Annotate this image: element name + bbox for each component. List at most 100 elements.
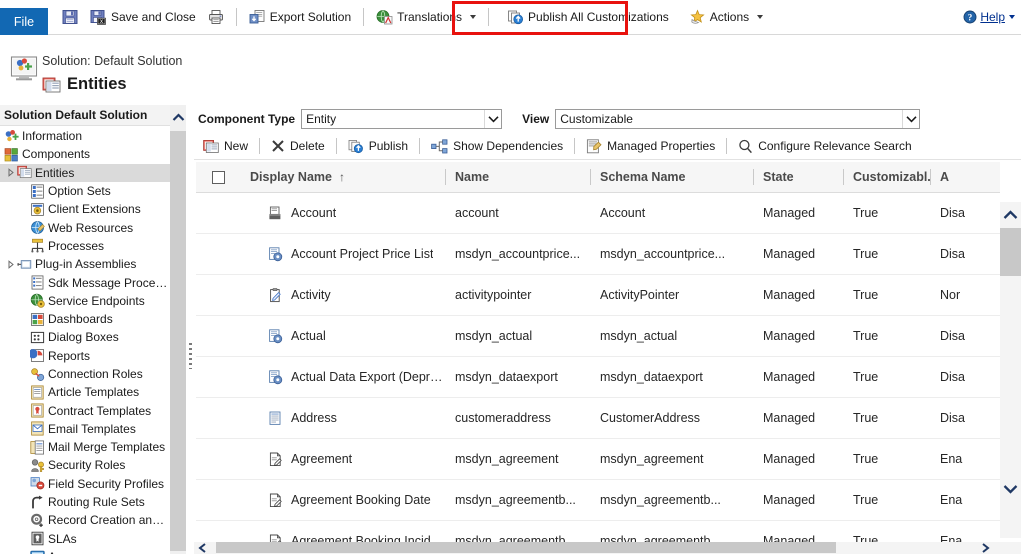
sidebar-item-connection-roles[interactable]: Connection Roles xyxy=(0,365,170,383)
panel-splitter[interactable] xyxy=(186,105,194,554)
sidebar-item-mail-merge-templates[interactable]: Mail Merge Templates xyxy=(0,438,170,456)
publish-icon xyxy=(507,9,524,25)
table-row[interactable]: Account Project Price List msdyn_accountp… xyxy=(196,234,1021,275)
sidebar-item-service-endpoints[interactable]: Service Endpoints xyxy=(0,292,170,310)
sidebar-scroll-up-button[interactable] xyxy=(170,109,186,125)
managed-properties-button[interactable]: Managed Properties xyxy=(579,135,722,157)
save-button[interactable] xyxy=(56,4,84,30)
expand-triangle-icon[interactable] xyxy=(4,168,17,178)
publish-button[interactable]: Publish xyxy=(341,135,415,157)
sidebar-item-sdk-message-processin[interactable]: Sdk Message Processin... xyxy=(0,273,170,291)
view-select[interactable]: Customizable xyxy=(555,108,921,129)
row-select-cell[interactable] xyxy=(196,357,240,398)
command-separator-3 xyxy=(488,8,490,26)
new-button[interactable]: New xyxy=(196,135,255,157)
select-all-checkbox[interactable] xyxy=(211,170,225,184)
page-title: Entities xyxy=(67,75,127,93)
sidebar-item-components[interactable]: Components xyxy=(0,145,170,163)
save-and-close-button[interactable]: x Save and Close xyxy=(84,4,202,30)
help-icon: ? xyxy=(963,10,977,24)
row-select-cell[interactable] xyxy=(196,193,240,234)
grid-scroll-right-button[interactable] xyxy=(979,542,991,553)
cell-display-name: Address xyxy=(240,398,445,439)
sidebar-item-slas[interactable]: SLAs xyxy=(0,530,170,548)
row-select-cell[interactable] xyxy=(196,316,240,357)
sidebar-item-web-resources[interactable]: Web Resources xyxy=(0,218,170,236)
splitter-grip xyxy=(188,343,192,369)
component-type-select[interactable]: Entity xyxy=(301,108,503,129)
display-name-label: Account Project Price List xyxy=(291,247,434,261)
grid-horizontal-scrollbar[interactable] xyxy=(194,542,1021,554)
sidebar-item-entities[interactable]: Entities xyxy=(0,163,170,182)
column-header-audit[interactable]: A xyxy=(930,162,1000,193)
row-select-cell[interactable] xyxy=(196,480,240,521)
expand-triangle-icon[interactable] xyxy=(4,259,17,269)
export-solution-button[interactable]: Export Solution xyxy=(243,4,357,30)
chevron-down-icon[interactable] xyxy=(484,109,502,128)
grid-hscroll-thumb[interactable] xyxy=(216,542,836,553)
row-select-cell[interactable] xyxy=(196,275,240,316)
sidebar-item-apps[interactable]: Apps xyxy=(0,548,170,554)
plugin-assemblies-icon xyxy=(17,257,35,272)
sidebar-item-information[interactable]: Information xyxy=(0,127,170,145)
sidebar-item-dashboards[interactable]: Dashboards xyxy=(0,310,170,328)
sidebar-item-label: Dashboards xyxy=(48,312,113,327)
cell-customizable: True xyxy=(853,452,879,466)
cell-audit: Disa xyxy=(940,329,966,343)
cell-customizable: True xyxy=(853,247,879,261)
grid-scroll-thumb[interactable] xyxy=(1000,228,1021,276)
column-header-name[interactable]: Name xyxy=(445,162,590,193)
grid-scroll-up-button[interactable] xyxy=(1000,204,1021,226)
translations-button[interactable]: Translations xyxy=(370,4,482,30)
sidebar-item-record-creation-and-u[interactable]: Record Creation and U... xyxy=(0,511,170,529)
column-header-customizable[interactable]: Customizabl... xyxy=(843,162,930,193)
sidebar-item-processes[interactable]: Processes xyxy=(0,237,170,255)
table-row[interactable]: Agreement Booking Date msdyn_agreementb..… xyxy=(196,480,1021,521)
agreement-entity-icon xyxy=(268,493,283,508)
table-row[interactable]: Actual msdyn_actual msdyn_actual Managed Tru… xyxy=(196,316,1021,357)
select-all-cell[interactable] xyxy=(196,162,240,193)
column-header-display-name[interactable]: Display Name ↑ xyxy=(240,162,445,193)
column-header-state[interactable]: State xyxy=(753,162,843,193)
sidebar-item-dialog-boxes[interactable]: Dialog Boxes xyxy=(0,328,170,346)
sidebar-item-contract-templates[interactable]: Contract Templates xyxy=(0,401,170,419)
account-entity-icon xyxy=(268,206,283,221)
table-row[interactable]: Account account Account Managed True Disa xyxy=(196,193,1021,234)
configure-relevance-search-button[interactable]: Configure Relevance Search xyxy=(731,135,918,157)
sidebar-item-option-sets[interactable]: Option Sets xyxy=(0,182,170,200)
actions-button[interactable]: Actions xyxy=(683,4,769,30)
grid-vertical-scrollbar[interactable] xyxy=(1000,160,1021,538)
sidebar-item-reports[interactable]: Reports xyxy=(0,347,170,365)
table-row[interactable]: Activity activitypointer ActivityPointer Ma… xyxy=(196,275,1021,316)
row-select-cell[interactable] xyxy=(196,398,240,439)
column-header-schema-name[interactable]: Schema Name xyxy=(590,162,753,193)
sidebar-item-routing-rule-sets[interactable]: Routing Rule Sets xyxy=(0,493,170,511)
sidebar-item-plug-in-assemblies[interactable]: Plug-in Assemblies xyxy=(0,255,170,273)
sidebar-scrollbar[interactable] xyxy=(170,105,186,554)
sidebar-item-security-roles[interactable]: Security Roles xyxy=(0,456,170,474)
table-row[interactable]: Address customeraddress CustomerAddress Man… xyxy=(196,398,1021,439)
help-menu[interactable]: ? Help xyxy=(963,0,1015,34)
chevron-down-icon[interactable] xyxy=(902,109,920,128)
grid-scroll-down-button[interactable] xyxy=(1000,478,1021,500)
sidebar-item-client-extensions[interactable]: Client Extensions xyxy=(0,200,170,218)
sidebar-item-article-templates[interactable]: Article Templates xyxy=(0,383,170,401)
table-row[interactable]: Actual Data Export (Deprecat... msdyn_dat… xyxy=(196,357,1021,398)
row-select-cell[interactable] xyxy=(196,234,240,275)
grid-scroll-left-button[interactable] xyxy=(196,542,208,553)
table-row[interactable]: Agreement msdyn_agreement msdyn_agreement M… xyxy=(196,439,1021,480)
show-dependencies-button[interactable]: Show Dependencies xyxy=(424,135,570,157)
file-button[interactable]: File xyxy=(0,8,48,35)
sidebar-item-email-templates[interactable]: Email Templates xyxy=(0,420,170,438)
sidebar-item-field-security-profiles[interactable]: Field Security Profiles xyxy=(0,475,170,493)
sidebar-scroll-thumb[interactable] xyxy=(170,131,186,551)
translations-icon xyxy=(376,9,393,25)
print-button[interactable] xyxy=(202,4,230,30)
delete-button[interactable]: Delete xyxy=(264,135,332,157)
cell-name: msdyn_actual xyxy=(455,329,533,343)
publish-all-customizations-button[interactable]: Publish All Customizations xyxy=(501,4,675,30)
row-select-cell[interactable] xyxy=(196,439,240,480)
sidebar-item-label: Security Roles xyxy=(48,458,126,473)
sidebar-item-label: Apps xyxy=(48,550,75,554)
component-type-label: Component Type xyxy=(198,111,296,126)
